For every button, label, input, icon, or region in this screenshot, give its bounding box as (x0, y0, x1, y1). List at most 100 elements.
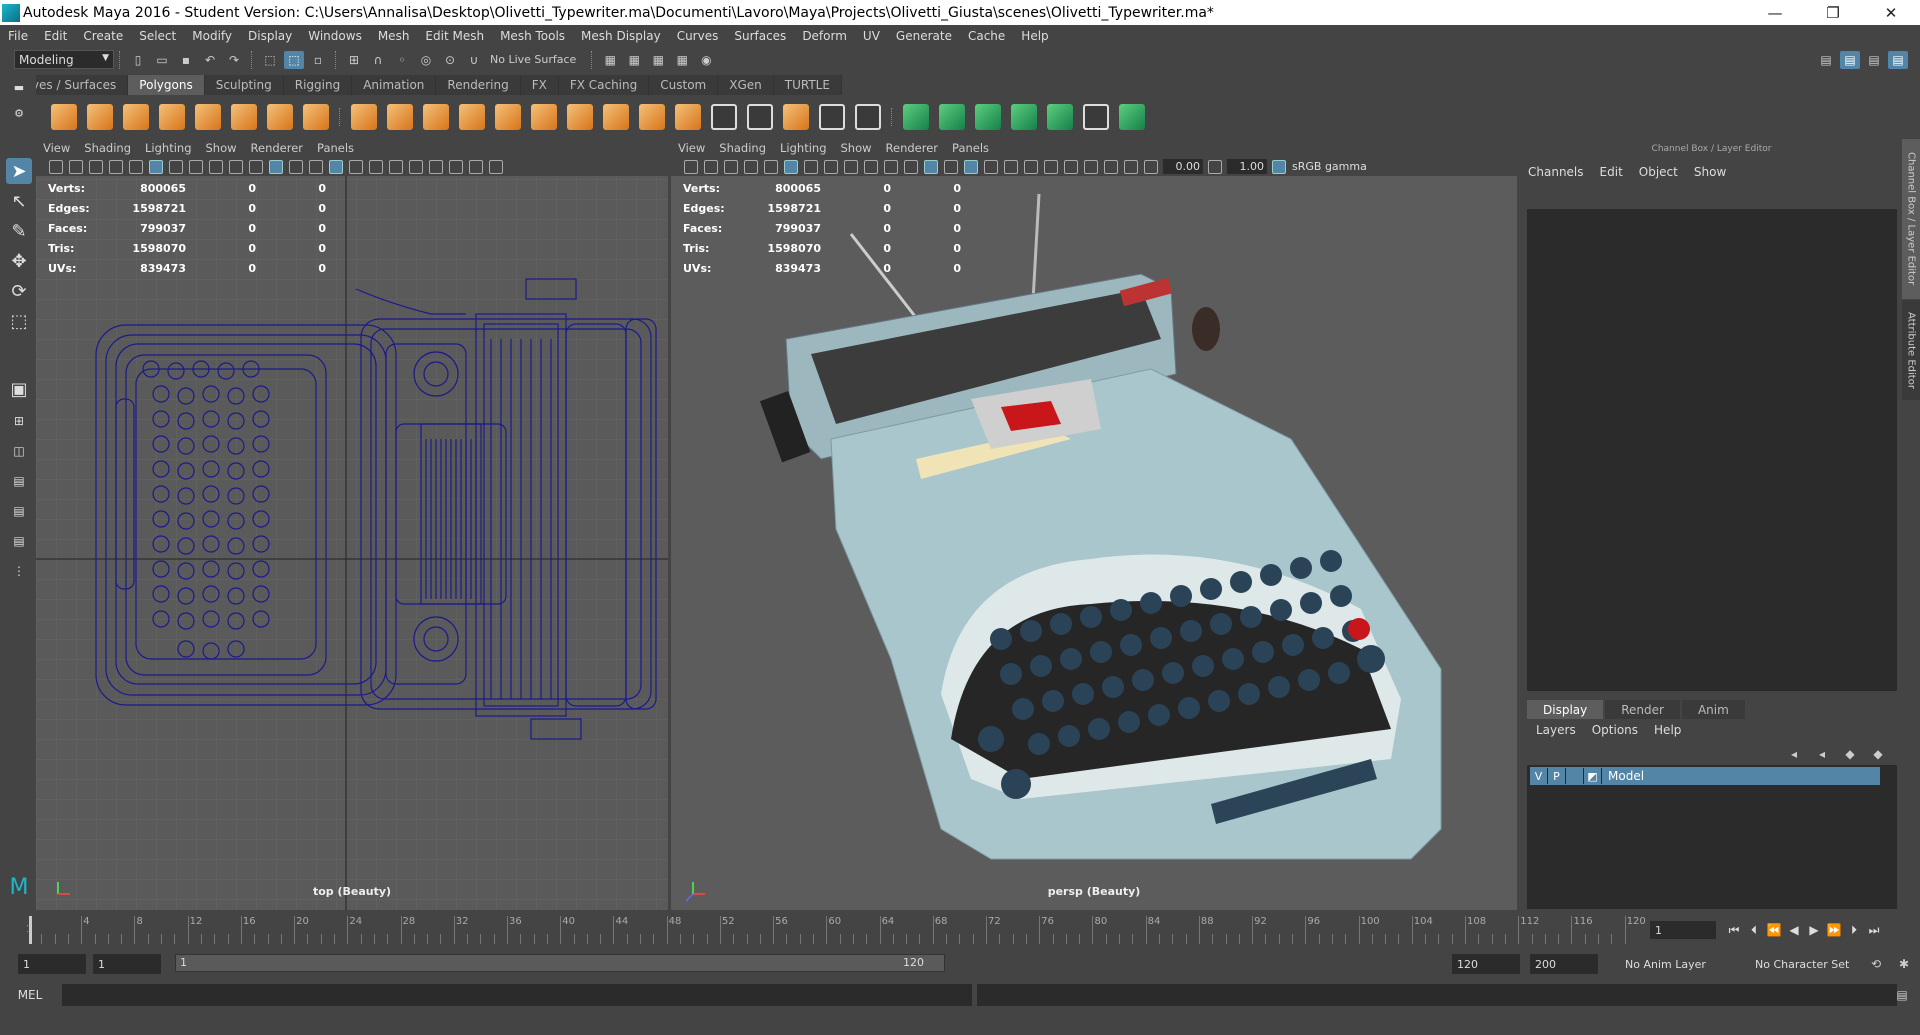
channel-menu-channels[interactable]: Channels (1520, 165, 1592, 179)
layer-playback-toggle[interactable]: P (1548, 768, 1566, 784)
layer-menu-options[interactable]: Options (1584, 723, 1646, 737)
channel-menu-edit[interactable]: Edit (1592, 165, 1631, 179)
shelf-collapse-icon[interactable]: ▬ (6, 78, 32, 96)
step-back-key-icon[interactable]: ⏪ (1764, 921, 1784, 939)
new-layer-from-selection-icon[interactable]: ◆ (1869, 747, 1887, 761)
menu-edit[interactable]: Edit (36, 29, 75, 43)
step-back-icon[interactable]: ⏴ (1744, 921, 1764, 939)
menu-help[interactable]: Help (1013, 29, 1056, 43)
mirror-icon[interactable] (531, 104, 557, 130)
shelf-tab-turtle[interactable]: TURTLE (773, 75, 842, 95)
shelf-tab-polygons[interactable]: Polygons (128, 75, 205, 95)
shelf-tab-animation[interactable]: Animation (352, 75, 437, 95)
redo-icon[interactable]: ↷ (224, 51, 244, 69)
poly-plane-icon[interactable] (195, 104, 221, 130)
shelf-tab-sculpting[interactable]: Sculpting (204, 75, 284, 95)
layer-display-type-toggle[interactable] (1566, 768, 1584, 784)
layer-color-swatch[interactable]: ◩ (1584, 768, 1602, 784)
animation-preferences-icon[interactable]: ✱ (1894, 955, 1914, 973)
render-frame-icon[interactable]: ▦ (624, 51, 644, 69)
go-to-start-icon[interactable]: ⏮ (1724, 921, 1744, 939)
snap-point-icon[interactable]: ◦ (392, 51, 412, 69)
menu-deform[interactable]: Deform (794, 29, 855, 43)
menu-mesh-display[interactable]: Mesh Display (573, 29, 669, 43)
anim-layer-selector[interactable]: No Anim Layer (1620, 954, 1730, 974)
multi-cut-icon[interactable] (567, 104, 593, 130)
layer-menu-help[interactable]: Help (1646, 723, 1689, 737)
go-to-end-icon[interactable]: ⏭ (1864, 921, 1884, 939)
undo-icon[interactable]: ↶ (200, 51, 220, 69)
step-forward-key-icon[interactable]: ⏩ (1824, 921, 1844, 939)
poly-torus-icon[interactable] (231, 104, 257, 130)
hypershade-layout-icon[interactable]: ▤ (6, 528, 32, 554)
persp-viewport[interactable]: View Shading Lighting Show Renderer Panels 0.… (671, 139, 1517, 910)
shelf-tab-xgen[interactable]: XGen (718, 75, 774, 95)
range-slider[interactable]: 1 120 (175, 954, 945, 972)
animation-end-field[interactable]: 200 (1530, 954, 1598, 974)
select-object-icon[interactable]: ⬚ (284, 50, 304, 69)
step-forward-icon[interactable]: ⏵ (1844, 921, 1864, 939)
layer-tab-render[interactable]: Render (1605, 700, 1680, 719)
menu-display[interactable]: Display (240, 29, 300, 43)
graph-editor-layout-icon[interactable]: ▤ (6, 498, 32, 524)
poly-cube-icon[interactable] (87, 104, 113, 130)
menu-mesh-tools[interactable]: Mesh Tools (492, 29, 573, 43)
four-view-layout-icon[interactable]: ⊞ (6, 408, 32, 434)
uv-editor-icon[interactable] (1083, 104, 1109, 130)
ipr-render-icon[interactable]: ▦ (648, 51, 668, 69)
channel-box-side-tab[interactable]: Channel Box / Layer Editor (1902, 139, 1920, 299)
close-icon[interactable]: ✕ (1862, 0, 1920, 25)
menu-create[interactable]: Create (75, 29, 131, 43)
play-forwards-icon[interactable]: ▶ (1804, 921, 1824, 939)
toggle-modeling-toolkit-icon[interactable]: ▤ (1816, 51, 1836, 69)
channel-menu-object[interactable]: Object (1631, 165, 1686, 179)
merge-icon[interactable] (855, 104, 881, 130)
menu-generate[interactable]: Generate (888, 29, 960, 43)
character-set-selector[interactable]: No Character Set (1750, 954, 1860, 974)
minimize-icon[interactable]: — (1746, 0, 1804, 25)
cut-uv-icon[interactable] (1119, 104, 1145, 130)
layer-tab-display[interactable]: Display (1527, 700, 1604, 719)
poly-sphere-icon[interactable] (51, 104, 77, 130)
toggle-tool-settings-icon[interactable]: ▤ (1864, 51, 1884, 69)
layout-options-icon[interactable]: ⋮ (6, 558, 32, 584)
automatic-mapping-icon[interactable] (1011, 104, 1037, 130)
auto-key-icon[interactable]: ⟲ (1866, 955, 1886, 973)
top-viewport[interactable]: View Shading Lighting Show Renderer Panels (36, 139, 668, 910)
select-component-icon[interactable]: ▫ (308, 51, 328, 69)
lasso-tool-icon[interactable]: ↖ (6, 188, 32, 214)
bevel-icon[interactable] (675, 104, 701, 130)
append-polygon-icon[interactable] (783, 104, 809, 130)
channel-list[interactable] (1527, 209, 1897, 691)
snap-surface-icon[interactable]: ⊙ (440, 51, 460, 69)
restore-icon[interactable]: ❐ (1804, 0, 1862, 25)
new-empty-layer-icon[interactable]: ◆ (1841, 747, 1859, 761)
move-layer-up-icon[interactable]: ◂ (1785, 747, 1803, 761)
single-perspective-layout-icon[interactable]: ▣ (6, 376, 32, 402)
poly-cone-icon[interactable] (159, 104, 185, 130)
shelf-menu-icon[interactable]: ⚙ (6, 104, 32, 122)
shelf-tab-custom[interactable]: Custom (649, 75, 719, 95)
scale-tool-icon[interactable]: ⬚ (6, 308, 32, 334)
shelf-tab-fx[interactable]: FX (520, 75, 559, 95)
shelf-tab-fx-caching[interactable]: FX Caching (558, 75, 650, 95)
move-layer-down-icon[interactable]: ◂ (1813, 747, 1831, 761)
play-backwards-icon[interactable]: ◀ (1784, 921, 1804, 939)
poly-cylinder-icon[interactable] (123, 104, 149, 130)
smooth-icon[interactable] (459, 104, 485, 130)
command-input[interactable] (62, 984, 972, 1006)
time-slider[interactable]: 4 8 12 16 20 24 28 32 36 40 44 48 52 56 60 64 68 72 76 80 84… (28, 916, 1646, 944)
menu-cache[interactable]: Cache (960, 29, 1013, 43)
outliner-layout-icon[interactable]: ▤ (6, 468, 32, 494)
menu-select[interactable]: Select (131, 29, 184, 43)
spherical-mapping-icon[interactable] (975, 104, 1001, 130)
shelf-tab-rendering[interactable]: Rendering (436, 75, 521, 95)
snap-curve-icon[interactable]: ∩ (368, 51, 388, 69)
menu-windows[interactable]: Windows (300, 29, 370, 43)
rotate-tool-icon[interactable]: ⟳ (6, 278, 32, 304)
magnet-icon[interactable]: ∪ (464, 51, 484, 69)
move-tool-icon[interactable]: ✥ (6, 248, 32, 274)
extrude-icon[interactable] (603, 104, 629, 130)
paint-select-tool-icon[interactable]: ✎ (6, 218, 32, 244)
cylindrical-mapping-icon[interactable] (939, 104, 965, 130)
